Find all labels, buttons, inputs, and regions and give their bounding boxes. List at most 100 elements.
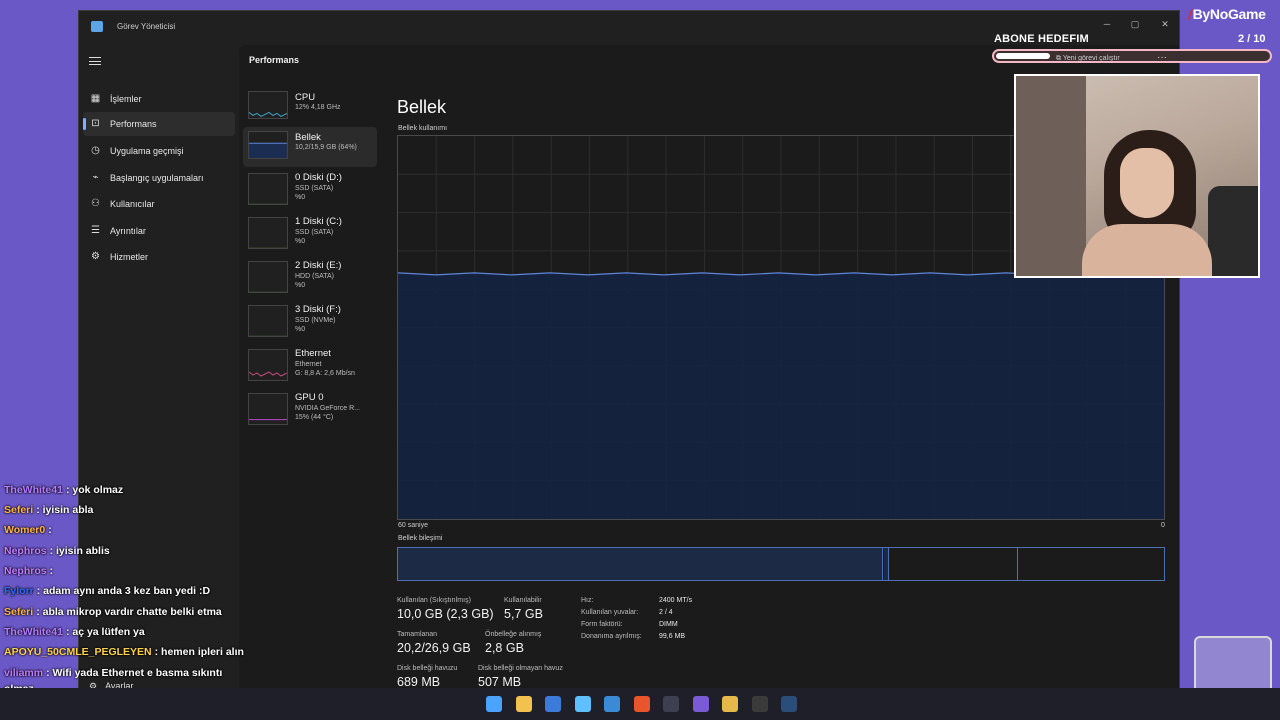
device-item-ethernet[interactable]: Ethernet Ethernet G: 8,8 A: 2,6 Mb/sn (243, 343, 377, 383)
minimize-button[interactable]: ─ (1095, 15, 1119, 33)
device-item-disk-e[interactable]: 2 Diski (E:) HDD (SATA) %0 (243, 255, 377, 295)
chat-username[interactable]: Seferi (4, 504, 33, 516)
brave-browser-icon[interactable] (633, 696, 650, 712)
device-thumbnail-graph (248, 173, 288, 205)
device-item-cpu[interactable]: CPU 12% 4,18 GHz (243, 87, 377, 127)
webcam-chair (1208, 186, 1258, 276)
chat-message: TheWhite41: aç ya lütfen ya (4, 626, 145, 638)
thumbnail-line (249, 111, 287, 117)
davinci-icon[interactable] (663, 696, 679, 712)
sponsor-logo: /ByNoGame (1188, 6, 1266, 22)
chat-username[interactable]: Fylorr (4, 585, 34, 597)
subscriber-goal-bar (992, 49, 1272, 63)
thumbnail-fill (249, 143, 287, 158)
details-icon: ☰ (91, 225, 100, 236)
device-detail: 12% 4,18 GHz (295, 104, 341, 111)
more-options-icon[interactable]: ··· (1157, 52, 1167, 63)
device-detail: %0 (295, 194, 306, 201)
nav-item-processes[interactable]: ▦ İşlemler (83, 87, 235, 111)
close-button[interactable]: ✕ (1153, 15, 1177, 33)
subscriber-goal-title: ABONE HEDEFIM (994, 33, 1089, 45)
nav-item-startup-apps[interactable]: ⌁ Başlangıç uygulamaları (83, 166, 235, 190)
windows-start-icon[interactable] (486, 696, 502, 712)
device-item-disk-f[interactable]: 3 Diski (F:) SSD (NVMe) %0 (243, 299, 377, 339)
device-thumbnail-graph (248, 349, 288, 381)
device-detail: %0 (295, 282, 306, 289)
thumbnail-svg (249, 291, 287, 292)
stat-value: 10,0 GB (2,3 GB) (397, 607, 494, 621)
stat-paged-pool: Disk belleği havuzu 689 MB (397, 665, 457, 689)
chat-username[interactable]: Womer0 (4, 524, 45, 536)
device-item-disk-d[interactable]: 0 Diski (D:) SSD (SATA) %0 (243, 167, 377, 207)
nav-item-details[interactable]: ☰ Ayrıntılar (83, 219, 235, 243)
stat-label: Disk belleği havuzu (397, 665, 458, 672)
prop-speed: Hız: 2400 MT/s (581, 597, 741, 609)
game-app-icon[interactable] (692, 696, 709, 712)
folder-icon[interactable] (722, 696, 738, 712)
thumbnail-line (249, 371, 287, 377)
chat-username[interactable]: APOYU_50CMLE_PEGLEYEN (4, 646, 152, 658)
device-detail: 10,2/15,9 GB (64%) (295, 144, 357, 151)
memory-usage-area (398, 272, 1164, 519)
chat-username[interactable]: Seferi (4, 606, 33, 618)
device-name: 2 Diski (E:) (295, 260, 342, 271)
chat-message: Nephros: (4, 565, 53, 577)
device-detail: SSD (NVMe) (295, 317, 336, 324)
chat-username[interactable]: TheWhite41 (4, 626, 63, 638)
webcam-person-body (1082, 224, 1212, 276)
thumbnail-svg (249, 247, 287, 248)
stat-label: Tamamlanan (397, 631, 438, 638)
chat-username[interactable]: viliamm (4, 667, 43, 679)
device-name: 3 Diski (F:) (295, 304, 341, 315)
device-item-memory[interactable]: Bellek 10,2/15,9 GB (64%) (243, 127, 377, 167)
store-icon[interactable] (545, 696, 561, 712)
thumbnail-svg (249, 335, 287, 336)
device-detail: SSD (SATA) (295, 185, 334, 192)
performance-icon: ⊡ (91, 118, 100, 129)
device-item-disk-c[interactable]: 1 Diski (C:) SSD (SATA) %0 (243, 211, 377, 251)
chat-username[interactable]: TheWhite41 (4, 484, 63, 496)
device-item-gpu[interactable]: GPU 0 NVIDIA GeForce R... 15% (44 °C) (243, 387, 377, 427)
prop-hardware-reserved: Donanıma ayrılmış: 99,6 MB (581, 633, 741, 645)
stat-in-use: Kullanılan (Sıkıştırılmış) 10,0 GB (2,3 … (397, 597, 494, 621)
webcam-person-face (1120, 148, 1174, 218)
device-thumbnail-graph (248, 393, 288, 425)
subscriber-goal-count: 2 / 10 (1238, 33, 1266, 45)
logo-slash: / (1188, 6, 1192, 22)
prop-form-factor: Form faktörü: DIMM (581, 621, 741, 633)
nav-item-performance[interactable]: ⊡ Performans (83, 112, 235, 136)
chat-username[interactable]: Nephros (4, 565, 47, 577)
chat-message: Seferi: abla mikrop vardır chatte belki … (4, 606, 222, 618)
photos-icon[interactable] (574, 696, 591, 712)
chat-message: Womer0: (4, 524, 52, 536)
device-thumbnail-graph (248, 217, 288, 249)
device-detail: SSD (SATA) (295, 229, 334, 236)
chat-text: : hemen ipleri alın (154, 646, 244, 658)
file-explorer-icon[interactable] (515, 696, 532, 712)
settings-app-icon[interactable] (604, 696, 620, 712)
composition-in-use (398, 548, 883, 580)
stat-cached: Önbelleğe alınmış 2,8 GB (485, 631, 541, 655)
chat-message: Fylorr: adam aynı anda 3 kez ban yedi :D (4, 585, 210, 597)
chat-message: APOYU_50CMLE_PEGLEYEN: hemen ipleri alın (4, 646, 244, 658)
device-detail: HDD (SATA) (295, 273, 335, 280)
detail-title: Bellek (397, 97, 447, 117)
obs-icon[interactable] (751, 696, 768, 712)
window-title: Görev Yöneticisi (117, 22, 176, 31)
composition-label: Bellek bileşimi (398, 535, 443, 542)
steam-icon[interactable] (781, 696, 797, 712)
nav-item-app-history[interactable]: ◷ Uygulama geçmişi (83, 139, 235, 163)
nav-item-users[interactable]: ⚇ Kullanıcılar (83, 192, 235, 216)
stat-label: Önbelleğe alınmış (485, 631, 542, 638)
run-new-task-button[interactable]: ⧉ Yeni görevi çalıştır (1056, 55, 1120, 63)
chat-username[interactable]: Nephros (4, 545, 47, 557)
device-name: 0 Diski (D:) (295, 172, 342, 183)
hamburger-menu-icon[interactable] (89, 57, 101, 65)
stat-available: Kullanılabilir 5,7 GB (504, 597, 543, 621)
device-thumbnail-graph (248, 305, 288, 337)
maximize-button[interactable]: ▢ (1123, 15, 1147, 33)
stat-value: 20,2/26,9 GB (397, 641, 471, 655)
nav-item-services[interactable]: ⚙ Hizmetler (83, 245, 235, 269)
device-detail: NVIDIA GeForce R... (295, 405, 360, 412)
nav-item-label: İşlemler (110, 94, 142, 104)
